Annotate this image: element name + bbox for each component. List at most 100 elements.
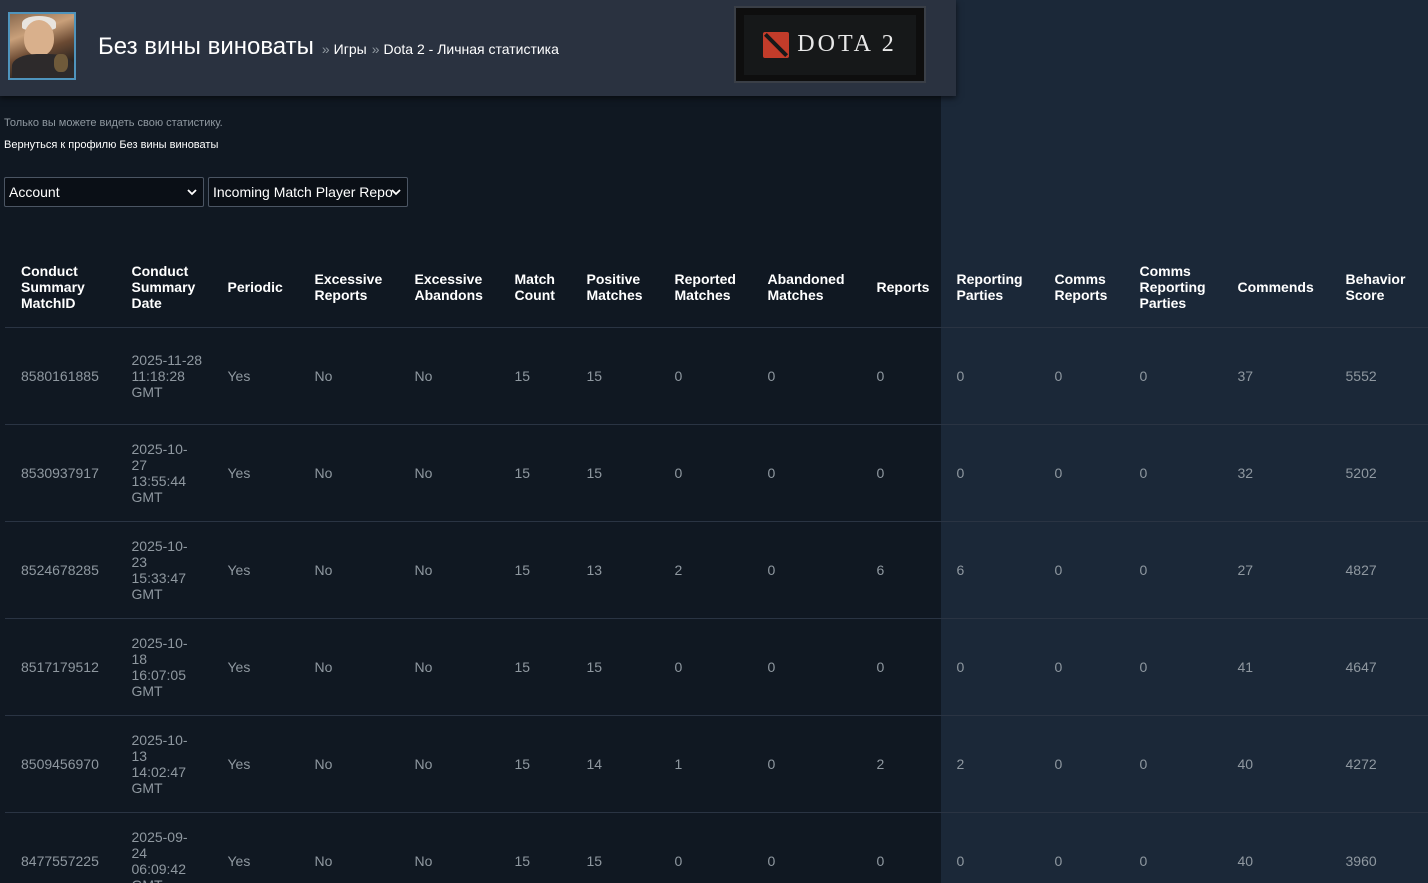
column-header[interactable]: Match Count bbox=[498, 248, 570, 328]
table-cell: 2 bbox=[860, 715, 940, 813]
page: Без вины виноваты » Игры » Dota 2 - Личн… bbox=[0, 0, 1428, 883]
table-cell: 2 bbox=[940, 715, 1038, 813]
match-id-cell: 8509456970 bbox=[5, 715, 115, 813]
table-cell: No bbox=[298, 521, 398, 619]
account-select[interactable]: Account bbox=[4, 177, 204, 207]
table-cell: 0 bbox=[1038, 521, 1123, 619]
table-cell: No bbox=[298, 812, 398, 883]
table-cell: 0 bbox=[1038, 715, 1123, 813]
table-cell: 0 bbox=[658, 812, 751, 883]
table-cell: 4647 bbox=[1329, 618, 1428, 716]
table-cell: 27 bbox=[1221, 521, 1329, 619]
table-cell: 0 bbox=[1123, 618, 1221, 716]
table-cell: 40 bbox=[1221, 812, 1329, 883]
table-cell: 15 bbox=[570, 424, 658, 522]
column-header[interactable]: Reported Matches bbox=[658, 248, 751, 328]
table-cell: 0 bbox=[658, 618, 751, 716]
column-header[interactable]: Comms Reporting Parties bbox=[1123, 248, 1221, 328]
column-header[interactable]: Positive Matches bbox=[570, 248, 658, 328]
table-cell: 4827 bbox=[1329, 521, 1428, 619]
back-to-profile-link[interactable]: Вернуться к профилю Без вины виноваты bbox=[4, 139, 218, 151]
match-id-cell: 8524678285 bbox=[5, 521, 115, 619]
column-header[interactable]: Conduct Summary Date bbox=[115, 248, 211, 328]
table-cell: 0 bbox=[751, 521, 860, 619]
date-cell: 2025-09-24 06:09:42 GMT bbox=[115, 812, 211, 883]
match-id-cell: 8477557225 bbox=[5, 812, 115, 883]
breadcrumb-games-link[interactable]: Игры bbox=[334, 41, 367, 57]
date-cell: 2025-10-13 14:02:47 GMT bbox=[115, 715, 211, 813]
table-cell: 0 bbox=[860, 618, 940, 716]
table-cell: 2 bbox=[658, 521, 751, 619]
column-header[interactable]: Conduct Summary MatchID bbox=[5, 248, 115, 328]
column-header[interactable]: Commends bbox=[1221, 248, 1329, 328]
conduct-summary-table: Conduct Summary MatchID Conduct Summary … bbox=[5, 248, 1428, 883]
table-cell: 15 bbox=[498, 521, 570, 619]
table-cell: 15 bbox=[498, 715, 570, 813]
table-cell: 0 bbox=[1123, 715, 1221, 813]
chevron-down-icon bbox=[187, 189, 197, 196]
table-cell: No bbox=[398, 327, 498, 425]
table-cell: 0 bbox=[940, 618, 1038, 716]
table-cell: 14 bbox=[570, 715, 658, 813]
table-cell: 0 bbox=[860, 424, 940, 522]
table-cell: No bbox=[398, 521, 498, 619]
breadcrumb-stats[interactable]: Dota 2 - Личная статистика bbox=[384, 41, 559, 57]
breadcrumb-separator: » bbox=[321, 41, 330, 57]
dota-logo[interactable]: DOTA 2 bbox=[734, 6, 926, 83]
table-cell: 5552 bbox=[1329, 327, 1428, 425]
column-header[interactable]: Reports bbox=[860, 248, 940, 328]
table-cell: 37 bbox=[1221, 327, 1329, 425]
profile-name-link[interactable]: Без вины виноваты bbox=[98, 33, 314, 61]
avatar-badge bbox=[54, 54, 68, 72]
column-header[interactable]: Behavior Score bbox=[1329, 248, 1428, 328]
table-cell: No bbox=[298, 327, 398, 425]
table-header-row: Conduct Summary MatchID Conduct Summary … bbox=[5, 248, 1428, 328]
table-cell: 0 bbox=[751, 618, 860, 716]
table-cell: 0 bbox=[1123, 521, 1221, 619]
profile-header: Без вины виноваты » Игры » Dota 2 - Личн… bbox=[0, 0, 956, 96]
table-cell: Yes bbox=[211, 521, 298, 619]
column-header[interactable]: Abandoned Matches bbox=[751, 248, 860, 328]
table-cell: 0 bbox=[1038, 812, 1123, 883]
column-header[interactable]: Periodic bbox=[211, 248, 298, 328]
table-cell: 0 bbox=[1123, 812, 1221, 883]
report-type-select-value: Incoming Match Player Reports bbox=[213, 184, 393, 200]
match-id-cell: 8517179512 bbox=[5, 618, 115, 716]
table-cell: 15 bbox=[570, 618, 658, 716]
table-row: 8580161885 2025-11-28 11:18:28 GMT Yes No No… bbox=[5, 327, 1428, 425]
table-cell: 0 bbox=[658, 424, 751, 522]
table-row: 8530937917 2025-10-27 13:55:44 GMT Yes No No… bbox=[5, 424, 1428, 522]
column-header[interactable]: Reporting Parties bbox=[940, 248, 1038, 328]
table-cell: 0 bbox=[751, 715, 860, 813]
table-cell: 0 bbox=[940, 424, 1038, 522]
table-cell: 41 bbox=[1221, 618, 1329, 716]
table-cell: Yes bbox=[211, 812, 298, 883]
table-row: 8517179512 2025-10-18 16:07:05 GMT Yes No No… bbox=[5, 618, 1428, 716]
match-id-cell: 8580161885 bbox=[5, 327, 115, 425]
table-cell: 0 bbox=[1123, 424, 1221, 522]
table-cell: 6 bbox=[860, 521, 940, 619]
account-select-value: Account bbox=[9, 184, 60, 200]
table-cell: 3960 bbox=[1329, 812, 1428, 883]
table-cell: No bbox=[398, 424, 498, 522]
avatar-face bbox=[24, 20, 54, 56]
table-cell: 15 bbox=[498, 327, 570, 425]
chevron-down-icon bbox=[391, 189, 401, 196]
table-cell: No bbox=[398, 812, 498, 883]
table-cell: 13 bbox=[570, 521, 658, 619]
table-cell: 5202 bbox=[1329, 424, 1428, 522]
report-type-select[interactable]: Incoming Match Player Reports bbox=[208, 177, 408, 207]
column-header[interactable]: Excessive Abandons bbox=[398, 248, 498, 328]
date-cell: 2025-10-23 15:33:47 GMT bbox=[115, 521, 211, 619]
table-cell: 0 bbox=[860, 327, 940, 425]
table-row: 8524678285 2025-10-23 15:33:47 GMT Yes No No… bbox=[5, 521, 1428, 619]
table-cell: 15 bbox=[570, 327, 658, 425]
table-cell: Yes bbox=[211, 715, 298, 813]
table-cell: 0 bbox=[1038, 327, 1123, 425]
avatar[interactable] bbox=[8, 12, 76, 80]
table-body: 8580161885 2025-11-28 11:18:28 GMT Yes No No… bbox=[5, 327, 1428, 883]
column-header[interactable]: Comms Reports bbox=[1038, 248, 1123, 328]
breadcrumb-separator: » bbox=[371, 41, 380, 57]
breadcrumb: Без вины виноваты » Игры » Dota 2 - Личн… bbox=[98, 33, 559, 67]
column-header[interactable]: Excessive Reports bbox=[298, 248, 398, 328]
